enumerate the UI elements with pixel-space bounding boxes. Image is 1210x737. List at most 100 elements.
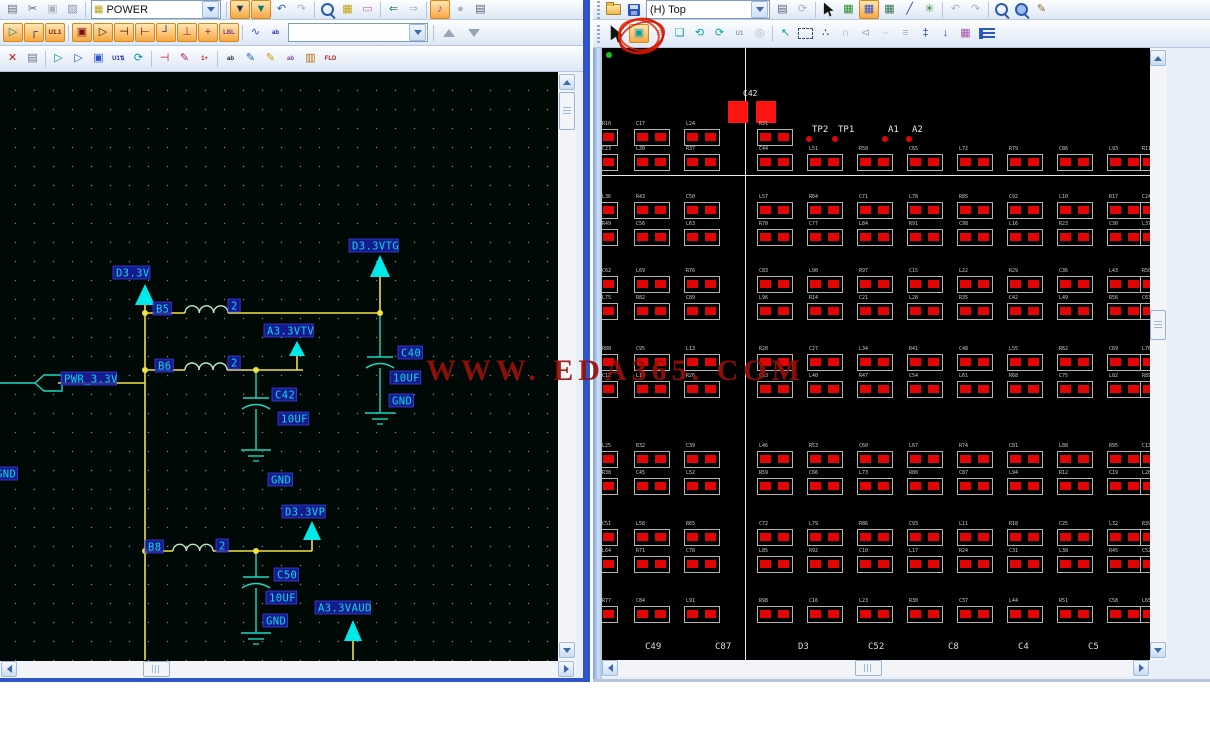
redraw-icon[interactable]: ⟳ <box>793 1 812 19</box>
properties-icon[interactable]: ▤ <box>773 1 792 19</box>
net-label[interactable]: C40 <box>401 348 421 360</box>
toolbar-handle[interactable] <box>597 0 600 19</box>
c42-pad[interactable] <box>756 101 776 123</box>
filter-add-icon[interactable]: ▼ <box>251 0 271 19</box>
move-mode-icon[interactable]: ▣ <box>629 24 649 43</box>
text-ab-icon[interactable]: ab <box>266 24 285 42</box>
up-arrow-button[interactable] <box>437 24 461 42</box>
field-icon[interactable]: FLD <box>321 50 340 68</box>
properties-icon[interactable]: ▤ <box>471 1 490 19</box>
net-label[interactable]: C50 <box>277 570 297 582</box>
scroll-right-button[interactable] <box>558 661 574 677</box>
rotate-cw-icon[interactable]: ⟳ <box>710 25 729 43</box>
edit-attr-icon[interactable]: ✎ <box>261 50 280 68</box>
pin-right-icon[interactable]: ⊢ <box>135 23 155 42</box>
net-label[interactable]: D3.3VP <box>285 507 325 519</box>
net-label[interactable]: GND <box>266 616 286 628</box>
toolbar-handle[interactable] <box>597 24 600 43</box>
add-gate-icon[interactable]: ▷ <box>93 23 113 42</box>
color-setup-icon[interactable]: ▦ <box>956 25 975 43</box>
arc-icon[interactable]: ∩ <box>836 25 855 43</box>
paste-icon[interactable]: ▨ <box>63 1 82 19</box>
testpoint-pad[interactable] <box>906 136 912 142</box>
scroll-right-button[interactable] <box>1133 660 1149 676</box>
gate-number-icon[interactable]: U1.1 <box>45 23 65 42</box>
net-label[interactable]: PWR_3.3V <box>64 374 118 386</box>
scroll-down-button[interactable] <box>1150 642 1166 658</box>
forward-icon[interactable]: ⇒ <box>404 1 423 19</box>
inductor-symbol[interactable] <box>184 362 228 371</box>
print-icon[interactable]: ▤ <box>3 1 22 19</box>
pin-cross-icon[interactable]: + <box>198 23 218 42</box>
rotate-ccw-icon[interactable]: ⟲ <box>690 25 709 43</box>
layer-lines-icon[interactable]: ≡ <box>896 25 915 43</box>
wire-corner-icon[interactable]: ┘ <box>156 23 176 42</box>
pan-icon[interactable]: ● <box>451 1 470 19</box>
offpage-connector-symbol[interactable] <box>33 374 63 392</box>
notes-icon[interactable]: ♪ <box>430 0 450 19</box>
net-label[interactable]: B5 <box>156 304 169 316</box>
net-label[interactable]: D3.3V <box>116 268 150 280</box>
copy-icon[interactable]: ▣ <box>43 1 62 19</box>
filter-icon[interactable]: ▼ <box>230 0 250 19</box>
hscroll-thumb[interactable] <box>143 661 170 677</box>
scroll-down-button[interactable] <box>559 642 575 658</box>
attr-cursor-icon[interactable]: ab <box>221 50 240 68</box>
scroll-left-button[interactable] <box>1 661 17 677</box>
list-view-icon[interactable] <box>976 25 995 43</box>
scroll-left-button[interactable] <box>602 660 618 676</box>
redo-icon[interactable]: ↷ <box>292 1 311 19</box>
capacitor-plate-curved[interactable] <box>241 582 271 589</box>
hscroll-thumb[interactable] <box>855 660 882 676</box>
save-icon[interactable] <box>624 1 643 19</box>
delete-icon[interactable]: ✕ <box>3 50 22 68</box>
schematic-hscrollbar[interactable] <box>0 661 576 678</box>
swap-gates-icon[interactable]: U1⇅ <box>109 50 128 68</box>
dimension-toolbar-icon[interactable]: ▦ <box>880 1 899 19</box>
design-toolbar-icon[interactable]: ▦ <box>859 0 879 19</box>
net-label[interactable]: GND <box>392 396 412 408</box>
back-icon[interactable]: ⇐ <box>384 1 403 19</box>
add-part-icon[interactable]: ▣ <box>72 23 92 42</box>
inductor-symbol[interactable] <box>172 543 214 552</box>
route-segment-icon[interactable]: ╱ <box>900 1 919 19</box>
net-label[interactable]: 2 <box>231 358 238 370</box>
power-symbol[interactable] <box>289 341 305 356</box>
add-box-icon[interactable]: ▣ <box>89 50 108 68</box>
cut-icon[interactable]: ✂ <box>23 1 42 19</box>
zoom-board-icon[interactable] <box>1012 1 1031 20</box>
open-file-icon[interactable] <box>604 1 623 19</box>
pcb-vscrollbar[interactable] <box>1150 48 1167 660</box>
net-label[interactable]: 10UF <box>393 373 420 385</box>
pin-tick-icon[interactable]: ⊥ <box>177 23 197 42</box>
area-select-icon[interactable] <box>796 25 815 43</box>
add-wire-icon[interactable]: ┌ <box>24 23 44 42</box>
add-symbol-icon[interactable]: ▷ <box>69 50 88 68</box>
inductor-symbol[interactable] <box>184 305 229 314</box>
multi-select-icon[interactable]: ∴ <box>816 25 835 43</box>
testpoint-pad[interactable] <box>882 136 888 142</box>
edit-pin-icon[interactable]: ✎ <box>175 50 194 68</box>
testpoint-pad[interactable] <box>832 136 838 142</box>
combo-dropdown-button[interactable] <box>409 24 426 41</box>
measure-icon[interactable]: ▥ <box>301 50 320 68</box>
add-gate-part-icon[interactable]: ▷ <box>49 50 68 68</box>
pcb-hscrollbar[interactable] <box>602 660 1150 677</box>
zoom-icon[interactable] <box>992 1 1011 20</box>
net-label[interactable]: D3.3VTG <box>352 241 399 253</box>
combo-dropdown-button[interactable] <box>751 1 768 18</box>
zoom-icon[interactable] <box>318 1 337 20</box>
spin-icon[interactable]: ◎ <box>750 25 769 43</box>
vscroll-thumb[interactable] <box>1150 310 1166 340</box>
net-label[interactable]: 2 <box>231 301 238 313</box>
copy-object-icon[interactable]: ❏ <box>670 25 689 43</box>
net-label[interactable]: GND <box>271 475 291 487</box>
net-label[interactable]: 2 <box>219 541 226 553</box>
net-label[interactable]: GND <box>0 469 16 481</box>
redo-icon[interactable]: ↷ <box>966 1 985 19</box>
vscroll-thumb[interactable] <box>559 92 575 130</box>
sheet-selector[interactable]: ▦ POWER <box>91 0 221 19</box>
c42-pad[interactable] <box>728 101 748 123</box>
dot-grid-icon[interactable]: ··· <box>876 25 895 43</box>
layer-selector[interactable]: (H) Top <box>646 0 770 19</box>
